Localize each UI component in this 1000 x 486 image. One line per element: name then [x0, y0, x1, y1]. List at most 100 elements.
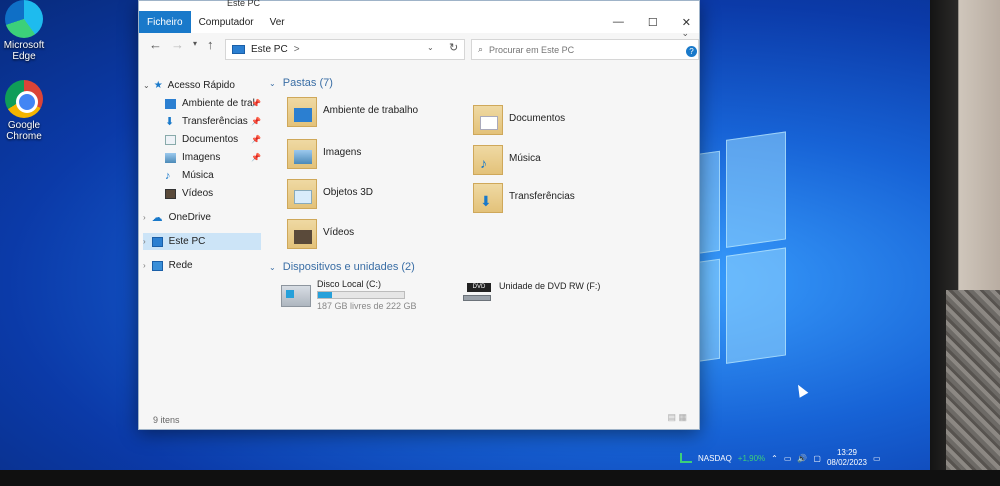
desktop-icon-label: Chrome	[6, 131, 42, 142]
drive-c[interactable]: Disco Local (C:) 187 GB livres de 222 GB	[281, 279, 417, 311]
chevron-down-icon[interactable]: ⌄	[269, 263, 276, 272]
chevron-down-icon[interactable]: ⌄	[143, 81, 150, 90]
view-toggle-icon[interactable]: ▤ ▦	[667, 412, 687, 423]
sidebar-item-label: Transferências	[182, 116, 248, 127]
folder-label: Vídeos	[323, 227, 355, 238]
pc-icon	[232, 45, 245, 54]
address-bar-row: Este PC > ⌄ ↻ ⌕	[145, 23, 699, 63]
language-icon[interactable]: ▢	[813, 454, 821, 463]
help-icon[interactable]: ?	[686, 46, 697, 57]
sidebar-item-musica[interactable]: ♪ Música	[165, 167, 263, 184]
3d-objects-folder-icon	[287, 179, 317, 209]
desktop: Microsoft Edge Google Chrome Este PC Fic…	[0, 0, 960, 470]
edge-icon	[5, 0, 43, 38]
navigation-pane: ⌄ ★ Acesso Rápido Ambiente de tral 📌 ⬇ T…	[139, 73, 263, 273]
downloads-folder-icon: ⬇	[473, 183, 503, 213]
chevron-down-icon[interactable]: ⌄	[269, 79, 276, 88]
stock-ticker[interactable]: NASDAQ	[698, 454, 732, 463]
star-icon: ★	[153, 80, 163, 91]
sidebar-item-onedrive[interactable]: › ☁ OneDrive	[143, 209, 267, 226]
desktop-folder-icon	[287, 97, 317, 127]
breadcrumb-este-pc[interactable]: Este PC	[251, 44, 288, 55]
drive-usage-bar	[317, 291, 405, 299]
folder-objetos-3d[interactable]: Objetos 3D	[287, 179, 373, 209]
clock-date: 08/02/2023	[826, 458, 867, 467]
file-explorer-window: Este PC Ficheiro Computador Ver — ☐ ✕ ← …	[138, 0, 700, 430]
volume-icon[interactable]: 🔊	[797, 454, 807, 463]
notification-icon[interactable]: ▭	[873, 454, 881, 463]
sidebar-item-documentos[interactable]: Documentos 📌	[165, 131, 263, 148]
chrome-icon	[5, 80, 43, 118]
sidebar-item-imagens[interactable]: Imagens 📌	[165, 149, 263, 166]
folder-ambiente-de-trabalho[interactable]: Ambiente de trabalho	[287, 97, 418, 127]
clock[interactable]: 13:29 08/02/2023	[827, 448, 867, 468]
chevron-right-icon[interactable]: ›	[143, 261, 146, 270]
content-area: ⌄ Pastas (7) Ambiente de trabalho Docume…	[267, 73, 691, 403]
music-icon: ♪	[165, 169, 171, 182]
folder-label: Ambiente de trabalho	[323, 105, 419, 116]
group-header-pastas[interactable]: ⌄ Pastas (7)	[269, 77, 333, 89]
group-header-label: Pastas (7)	[282, 77, 333, 89]
status-bar-item-count: 9 itens	[153, 415, 180, 425]
search-icon: ⌕	[478, 44, 484, 54]
chevron-right-icon[interactable]: ›	[143, 213, 146, 222]
folder-label: Documentos	[509, 113, 566, 124]
group-header-label: Dispositivos e unidades (2)	[282, 261, 415, 273]
sidebar-item-label: Música	[182, 170, 214, 181]
mouse-cursor-icon	[793, 382, 809, 398]
stock-chart-icon	[680, 453, 692, 463]
drive-f[interactable]: DVD Unidade de DVD RW (F:)	[463, 281, 600, 303]
drive-usage-fill	[318, 292, 332, 298]
sidebar-item-acesso-rapido[interactable]: ⌄ ★ Acesso Rápido	[143, 77, 267, 94]
network-tray-icon[interactable]: ▭	[784, 454, 792, 463]
hard-drive-icon	[281, 285, 311, 307]
desktop-icon-label: Microsoft	[3, 40, 45, 51]
sidebar-item-este-pc[interactable]: › Este PC	[143, 233, 261, 250]
dvd-drive-icon: DVD	[463, 283, 493, 303]
folder-videos[interactable]: Vídeos	[287, 219, 354, 249]
pin-icon[interactable]: 📌	[251, 99, 261, 108]
folder-label: Imagens	[323, 147, 362, 158]
chevron-right-icon[interactable]: ›	[143, 237, 146, 246]
documents-folder-icon	[473, 105, 503, 135]
video-icon	[165, 188, 176, 199]
folder-label: Objetos 3D	[323, 187, 374, 198]
sidebar-item-label: Documentos	[182, 134, 239, 145]
search-input[interactable]	[489, 44, 680, 55]
pin-icon[interactable]: 📌	[251, 153, 261, 162]
group-header-dispositivos[interactable]: ⌄ Dispositivos e unidades (2)	[269, 261, 415, 273]
folder-musica[interactable]: ♪ Música	[473, 145, 541, 175]
cloud-icon: ☁	[151, 211, 163, 224]
sidebar-item-label: Vídeos	[182, 188, 214, 199]
dvd-badge: DVD	[467, 283, 491, 292]
desktop-icon-chrome[interactable]: Google Chrome	[0, 80, 56, 142]
breadcrumb-separator: >	[293, 44, 300, 55]
sidebar-item-transferencias[interactable]: ⬇ Transferências 📌	[165, 113, 263, 130]
monitor-bezel-bottom	[0, 470, 1000, 486]
folder-imagens[interactable]: Imagens	[287, 139, 361, 169]
desktop-icon-label: Edge	[12, 51, 36, 62]
pictures-folder-icon	[287, 139, 317, 169]
chevron-up-icon[interactable]: ⌃	[771, 454, 778, 463]
sidebar-item-label: Rede	[168, 260, 193, 271]
drive-free-space: 187 GB livres de 222 GB	[317, 301, 417, 311]
sidebar-item-videos[interactable]: Vídeos	[165, 185, 263, 202]
sidebar-item-label: Ambiente de tral	[182, 98, 255, 109]
sidebar-item-label: Acesso Rápido	[167, 80, 235, 91]
refresh-icon[interactable]: ↻	[449, 41, 458, 54]
sidebar-item-ambiente-de-trabalho[interactable]: Ambiente de tral 📌	[165, 95, 263, 112]
desktop-icon	[165, 98, 176, 109]
title-bar[interactable]: Este PC	[139, 0, 699, 11]
desktop-icon-edge[interactable]: Microsoft Edge	[0, 0, 56, 62]
address-dropdown-chevron-icon[interactable]: ⌄	[427, 43, 434, 52]
expand-ribbon-chevron-icon[interactable]: ⌄	[681, 28, 689, 39]
pin-icon[interactable]: 📌	[251, 135, 261, 144]
folder-documentos[interactable]: Documentos	[473, 105, 565, 135]
monitor-bezel	[930, 0, 1000, 486]
search-box[interactable]: ⌕	[471, 39, 699, 60]
folder-transferencias[interactable]: ⬇ Transferências	[473, 183, 575, 213]
sidebar-item-rede[interactable]: › Rede	[143, 257, 267, 274]
pin-icon[interactable]: 📌	[251, 117, 261, 126]
sidebar-item-label: Imagens	[182, 152, 221, 163]
folder-label: Transferências	[509, 191, 575, 202]
